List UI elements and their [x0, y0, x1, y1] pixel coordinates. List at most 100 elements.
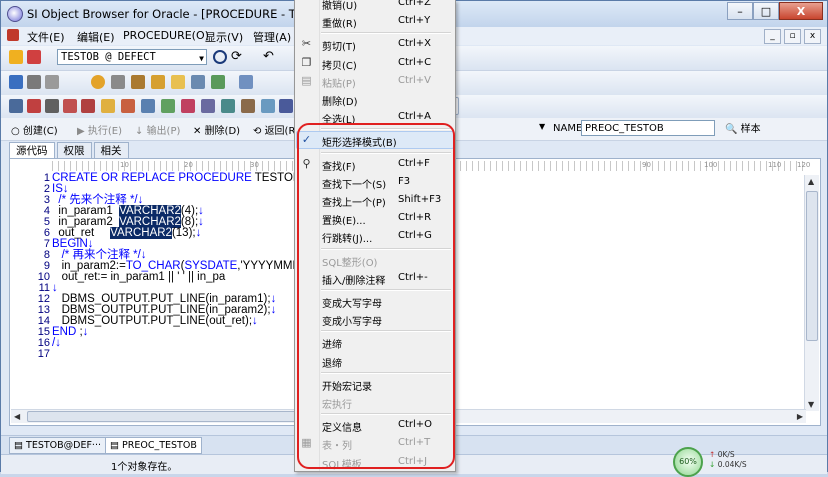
report-icon[interactable] — [241, 99, 255, 113]
context-menu-item[interactable]: 重做(R) Ctrl+Y — [295, 12, 455, 30]
menu-item-label: 插入/删除注释 — [322, 275, 386, 287]
name-label: NAME — [553, 123, 583, 134]
list-icon[interactable] — [121, 99, 135, 113]
connection-select[interactable]: TESTOB @ DEFECT ▼ — [57, 49, 207, 65]
grid-icon[interactable] — [9, 99, 23, 113]
database-icon[interactable] — [111, 75, 125, 89]
connect-icon[interactable] — [9, 50, 23, 64]
vertical-scroll-thumb[interactable] — [806, 191, 818, 341]
money-icon[interactable] — [63, 99, 77, 113]
scissors-icon: ✂ — [301, 37, 312, 51]
close-button[interactable]: X — [779, 2, 823, 20]
back-button[interactable]: ⟲ 返回(R) — [253, 122, 299, 137]
ruler-mark: 100 — [704, 161, 718, 169]
menu-item-shortcut: Shift+F3 — [398, 194, 442, 205]
envelope-icon[interactable] — [101, 99, 115, 113]
folder-icon[interactable] — [171, 75, 185, 89]
tag-icon[interactable] — [81, 99, 95, 113]
menu-item-shortcut: Ctrl+J — [398, 455, 428, 467]
menu-edit[interactable]: 编辑(E) — [77, 29, 115, 45]
name-input[interactable]: PREOC_TESTOB — [581, 120, 715, 136]
chevron-down-icon[interactable]: ▼ — [539, 122, 545, 131]
horizontal-scroll-thumb[interactable] — [27, 411, 317, 422]
menu-item-label: 删除(D) — [322, 97, 358, 108]
disconnect-icon[interactable] — [27, 50, 41, 64]
scroll-left-icon[interactable]: ◀ — [14, 412, 20, 421]
mdi-minimize-button[interactable]: _ — [764, 29, 781, 44]
context-menu-item[interactable]: 查找上一个(P) Shift+F3 — [295, 191, 455, 209]
doctab-procedure-label: PREOC_TESTOB — [122, 440, 197, 451]
scroll-up-icon[interactable]: ▲ — [808, 177, 814, 186]
code-line: END ;↓ — [52, 326, 320, 338]
context-menu-item[interactable]: 全选(L) Ctrl+A — [295, 108, 455, 126]
context-menu-item[interactable]: ⚲ 查找(F) Ctrl+F — [295, 155, 455, 173]
context-menu-item[interactable]: 撤销(U) Ctrl+Z — [295, 0, 455, 12]
context-menu-item[interactable]: 变成小写字母 — [295, 310, 455, 328]
export-icon[interactable] — [161, 99, 175, 113]
tab-privileges[interactable]: 权限 — [56, 142, 92, 159]
menu-procedure[interactable]: PROCEDURE(O) — [123, 29, 209, 42]
package-icon[interactable] — [131, 75, 145, 89]
minimize-button[interactable]: – — [727, 2, 753, 20]
execute-button[interactable]: ▶ 执行(E) — [77, 122, 122, 137]
menu-item-label: 查找(F) — [322, 161, 356, 173]
maximize-button[interactable]: □ — [753, 2, 779, 20]
create-button[interactable]: ○ 创建(C) — [11, 122, 58, 137]
context-menu-item[interactable]: 删除(D) — [295, 90, 455, 108]
question-icon[interactable] — [27, 99, 41, 113]
monitor-icon[interactable] — [279, 99, 293, 113]
output-button[interactable]: ↓ 输出(P) — [135, 122, 180, 137]
gear-icon[interactable] — [191, 75, 205, 89]
tab-source[interactable]: 源代码 — [9, 142, 55, 159]
context-menu-item[interactable]: 行跳转(J)... Ctrl+G — [295, 227, 455, 245]
menu-file[interactable]: 文件(E) — [27, 29, 65, 45]
home-icon[interactable] — [261, 99, 275, 113]
refresh-icon[interactable]: ⟳ — [231, 50, 245, 64]
context-menu-item[interactable]: 开始宏记录 — [295, 375, 455, 393]
context-menu-item[interactable]: 置换(E)... Ctrl+R — [295, 209, 455, 227]
code-line: CREATE OR REPLACE PROCEDURE TESTOB.PR — [52, 172, 320, 184]
lock-icon[interactable] — [151, 75, 165, 89]
doctab-connection[interactable]: ▤ TESTOB@DEF··· — [9, 437, 106, 454]
table-icon: ▦ — [301, 436, 312, 450]
code-token: out_ret:= in_param1 || ' ' || in_pa — [52, 271, 226, 283]
delete-button[interactable]: ✕ 删除(D) — [193, 122, 240, 137]
context-menu-item[interactable]: 插入/删除注释 Ctrl+- — [295, 269, 455, 287]
context-menu-item[interactable]: 定义信息 Ctrl+O — [295, 416, 455, 434]
user-icon[interactable] — [91, 75, 105, 89]
scroll-right-icon[interactable]: ▶ — [797, 412, 803, 421]
menu-separator — [321, 247, 451, 250]
context-menu-item[interactable]: 退缔 — [295, 352, 455, 370]
table-icon[interactable] — [27, 75, 41, 89]
calendar-icon[interactable] — [141, 99, 155, 113]
doctab-procedure[interactable]: ▤ PREOC_TESTOB — [105, 437, 202, 454]
vertical-scrollbar[interactable]: ▲ ▼ — [804, 175, 819, 411]
context-menu-item[interactable]: ✂ 剪切(T) Ctrl+X — [295, 35, 455, 54]
sql-icon[interactable] — [9, 75, 23, 89]
view-icon[interactable] — [45, 75, 59, 89]
printer-icon[interactable] — [45, 99, 59, 113]
window-icon[interactable] — [239, 75, 253, 89]
context-menu: 撤销(U) Ctrl+Z 重做(R) Ctrl+Y ✂ 剪切(T) Ctrl+X ❐ 拷贝(C)… — [294, 0, 456, 472]
mdi-close-button[interactable]: x — [804, 29, 821, 44]
undo-icon[interactable]: ↶ — [263, 50, 277, 64]
tab-related[interactable]: 相关 — [93, 142, 129, 159]
copy-icon: ❐ — [301, 55, 312, 69]
circle-icon[interactable] — [213, 50, 227, 64]
menu-view[interactable]: 显示(V) — [205, 29, 243, 45]
ruler-mark: 90 — [642, 161, 651, 169]
context-menu-item[interactable]: 变成大写字母 — [295, 292, 455, 310]
menu-separator — [321, 330, 451, 333]
mdi-restore-button[interactable]: ▫ — [784, 29, 801, 44]
context-menu-item[interactable]: ✓ 矩形选择模式(B) — [295, 131, 455, 150]
compare-icon[interactable] — [201, 99, 215, 113]
context-menu-item[interactable]: 查找下一个(S) F3 — [295, 173, 455, 191]
sample-button[interactable]: 🔍 样本 — [725, 120, 761, 135]
context-menu-item[interactable]: 进缔 — [295, 333, 455, 351]
tree-icon[interactable] — [221, 99, 235, 113]
menu-manage[interactable]: 管理(A) — [253, 29, 291, 45]
import-icon[interactable] — [181, 99, 195, 113]
scroll-down-icon[interactable]: ▼ — [808, 400, 814, 409]
chart-icon[interactable] — [211, 75, 225, 89]
context-menu-item[interactable]: ❐ 拷贝(C) Ctrl+C — [295, 54, 455, 72]
